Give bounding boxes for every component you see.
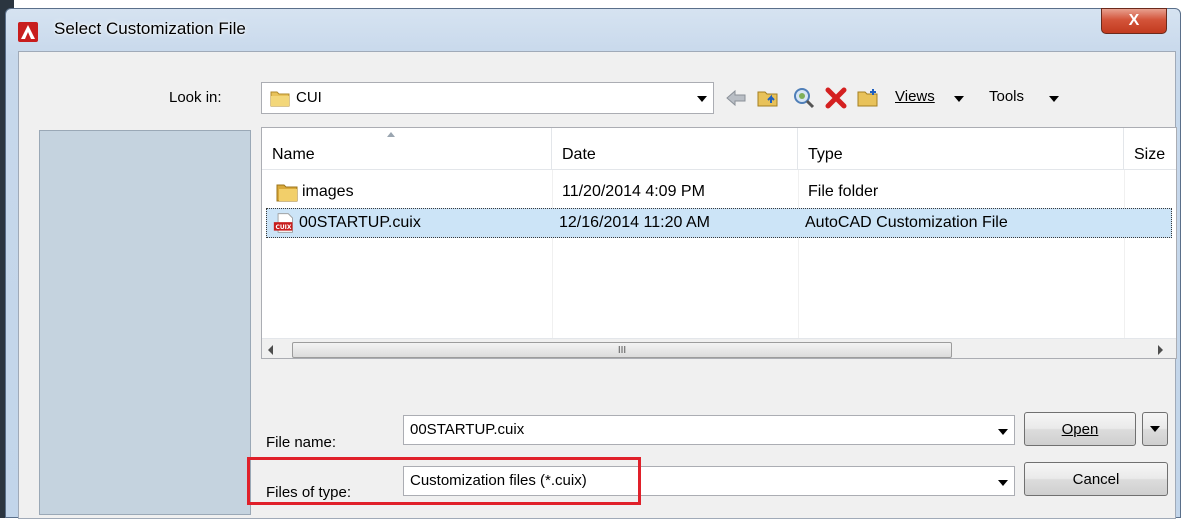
chevron-down-icon[interactable] xyxy=(998,429,1008,435)
column-header-date[interactable]: Date xyxy=(552,128,798,170)
sort-ascending-icon xyxy=(387,132,395,137)
delete-icon[interactable] xyxy=(823,85,849,111)
chevron-down-icon[interactable] xyxy=(954,96,964,102)
file-type-cell: AutoCAD Customization File xyxy=(805,214,1008,231)
file-name-label: File name: xyxy=(266,434,337,451)
annotation-highlight-box xyxy=(247,457,641,505)
file-list[interactable]: Name Date Type Size images 11/20/2014 4:… xyxy=(261,127,1177,359)
file-name-cell: images xyxy=(302,183,354,200)
list-header: Name Date Type Size xyxy=(262,128,1176,170)
dialog-window: Select Customization File X Look in: CUI xyxy=(5,8,1181,519)
column-header-name[interactable]: Name xyxy=(262,128,552,170)
cuix-file-icon: CUIX xyxy=(273,213,293,233)
svg-text:CUIX: CUIX xyxy=(276,225,292,231)
file-type-cell: File folder xyxy=(808,183,879,200)
file-name-value: 00STARTUP.cuix xyxy=(410,421,525,438)
up-folder-icon[interactable] xyxy=(755,85,781,111)
open-options-button[interactable] xyxy=(1142,412,1168,446)
autocad-logo-icon xyxy=(18,22,38,42)
look-in-value: CUI xyxy=(296,89,322,106)
look-in-label: Look in: xyxy=(169,89,222,106)
places-bar xyxy=(39,130,251,515)
look-in-dropdown[interactable]: CUI xyxy=(261,82,714,114)
new-folder-icon[interactable] xyxy=(855,85,881,111)
scrollbar-thumb[interactable]: III xyxy=(292,342,952,358)
file-name-field[interactable]: 00STARTUP.cuix xyxy=(403,415,1015,445)
views-menu[interactable]: Views xyxy=(895,88,935,105)
dialog-client-area: Look in: CUI Views Tools Name Date Type … xyxy=(18,51,1177,519)
search-web-icon[interactable] xyxy=(791,85,817,111)
column-header-size[interactable]: Size xyxy=(1124,128,1176,170)
list-item-selected[interactable]: CUIX 00STARTUP.cuix 12/16/2014 11:20 AM … xyxy=(266,208,1172,238)
file-name-cell: 00STARTUP.cuix xyxy=(299,214,421,231)
scroll-left-icon[interactable] xyxy=(268,345,273,355)
title-bar[interactable]: Select Customization File X xyxy=(6,8,1180,51)
cancel-button[interactable]: Cancel xyxy=(1024,462,1168,496)
window-title: Select Customization File xyxy=(54,19,246,38)
folder-icon xyxy=(270,91,290,107)
chevron-down-icon[interactable] xyxy=(697,96,707,102)
tools-menu[interactable]: Tools xyxy=(989,88,1024,105)
chevron-down-icon[interactable] xyxy=(998,480,1008,486)
close-button[interactable]: X xyxy=(1101,8,1167,34)
chevron-down-icon[interactable] xyxy=(1049,96,1059,102)
chevron-down-icon xyxy=(1150,426,1160,432)
horizontal-scrollbar[interactable]: III xyxy=(262,338,1176,358)
file-date-cell: 12/16/2014 11:20 AM xyxy=(559,214,710,231)
column-header-type[interactable]: Type xyxy=(798,128,1124,170)
open-button[interactable]: Open xyxy=(1024,412,1136,446)
list-item[interactable]: images 11/20/2014 4:09 PM File folder xyxy=(266,178,1172,208)
file-date-cell: 11/20/2014 4:09 PM xyxy=(562,183,705,200)
back-arrow-icon[interactable] xyxy=(723,85,749,111)
folder-icon xyxy=(276,184,298,202)
scroll-right-icon[interactable] xyxy=(1158,345,1163,355)
